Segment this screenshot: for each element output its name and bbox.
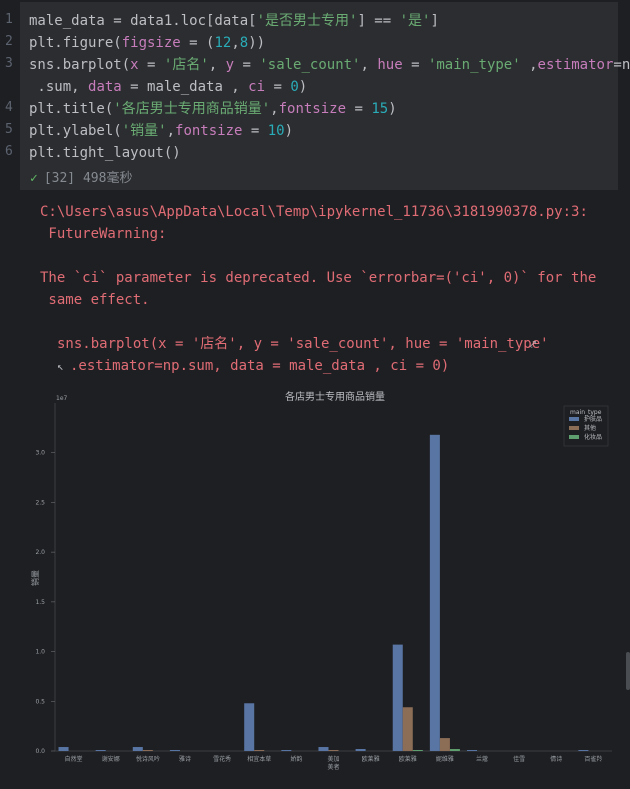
warning-path: C:\Users\asus\AppData\Local\Temp\ipykern…: [40, 204, 588, 220]
legend-swatch: [569, 417, 579, 421]
legend-title: main_type: [570, 409, 602, 416]
x-tick-label: 娇韵: [290, 755, 302, 763]
warning-source-line-cont: .estimator=np.sum, data = male_data , ci…: [70, 358, 450, 374]
y-tick-label: 2.0: [35, 549, 45, 556]
x-tick-label: 百雀羚: [584, 755, 602, 763]
y-axis-label: 销量: [30, 570, 40, 586]
line-number: 4: [5, 100, 13, 115]
legend-label: 护肤品: [584, 415, 602, 423]
scrollbar-thumb[interactable]: [626, 652, 630, 690]
x-tick-label: 欧莱雅: [399, 755, 417, 763]
warning-message-cont: same effect.: [40, 292, 150, 308]
code-line-3-wrap[interactable]: .sum, data = male_data , ci = 0): [29, 76, 307, 98]
x-tick-label: 自然堂: [65, 755, 83, 763]
soft-wrap-icon: ⤤: [530, 338, 537, 351]
check-icon: ✓: [30, 171, 38, 186]
bar-护肤品-11: [466, 750, 478, 751]
chart-title: 各店男士专用商品销量: [285, 390, 385, 403]
bar-护肤品-7: [318, 747, 329, 751]
x-tick-label: 美加: [327, 755, 339, 763]
bar-chart: 各店男士专用商品销量 1e7 销量 0.00.51.01.52.02.53.0 …: [30, 390, 612, 771]
y-tick-label: 1.0: [35, 649, 45, 656]
y-tick-label: 1.5: [35, 599, 45, 606]
bar-护肤品-1: [95, 750, 106, 751]
bar-其他-2: [142, 750, 153, 751]
line-number: 2: [5, 34, 13, 49]
bar-其他-7: [328, 750, 339, 751]
bar-其他-10: [439, 738, 450, 751]
y-scale-label: 1e7: [56, 395, 68, 402]
line-number: 6: [5, 144, 13, 159]
bar-护肤品-3: [169, 750, 180, 751]
x-tick-label: 谢安娜: [102, 755, 120, 763]
line-number: 5: [5, 122, 13, 137]
code-line-2[interactable]: plt.figure(figsize = (12,8)): [29, 32, 265, 54]
code-line-4[interactable]: plt.title('各店男士专用商品销量',fontsize = 15): [29, 98, 397, 120]
y-tick-label: 0.5: [35, 698, 45, 705]
legend-swatch: [569, 435, 579, 439]
bar-护肤品-10: [429, 434, 440, 751]
x-tick-label: 悦诗风吟: [136, 755, 160, 763]
y-tick-label: 0.0: [35, 748, 45, 755]
bar-化妆品-10: [449, 749, 460, 751]
line-number: 1: [5, 12, 13, 27]
warning-type: FutureWarning:: [40, 226, 167, 242]
warning-message: The `ci` parameter is deprecated. Use `e…: [40, 270, 597, 286]
legend-label: 其他: [584, 424, 596, 432]
code-line-5[interactable]: plt.ylabel('销量',fontsize = 10): [29, 120, 293, 142]
bar-化妆品-9: [412, 750, 423, 751]
y-tick-label: 2.5: [35, 499, 45, 506]
bar-护肤品-8: [355, 749, 366, 751]
code-line-1[interactable]: male_data = data1.loc[data['是否男士专用'] == …: [29, 10, 439, 32]
x-tick-label: 雅诗: [179, 755, 191, 763]
chart-legend: main_type 护肤品其他化妆品: [563, 405, 609, 447]
code-line-3[interactable]: sns.barplot(x = '店名', y = 'sale_count', …: [29, 54, 630, 76]
x-tick-label: 相宜本草: [247, 755, 271, 763]
legend-swatch: [569, 426, 579, 430]
execution-status: ✓ [32] 498毫秒: [30, 167, 132, 186]
x-tick-label: 兰蔻: [476, 755, 488, 763]
bar-其他-5: [254, 750, 265, 751]
y-tick-label: 3.0: [35, 450, 45, 457]
line-number-gutter: 1 2 3 4 5 6: [0, 0, 18, 190]
bar-护肤品-6: [281, 750, 292, 751]
bar-护肤品-0: [58, 747, 69, 751]
warning-source-line: sns.barplot(x = '店名', y = 'sale_count', …: [57, 336, 549, 352]
code-line-6[interactable]: plt.tight_layout(): [29, 142, 181, 164]
x-tick-label: 佳雪: [513, 755, 525, 763]
bar-护肤品-2: [132, 747, 143, 751]
line-number: 3: [5, 56, 13, 71]
bar-护肤品-14: [578, 750, 589, 751]
x-tick-label: 妮维雅: [436, 755, 454, 763]
soft-wrap-continuation-icon: ↖: [57, 360, 64, 373]
x-tick-label: 美者: [327, 763, 339, 771]
x-tick-label: 欧莱雅: [362, 755, 380, 763]
execution-time: [32] 498毫秒: [43, 171, 133, 186]
x-tick-label: 倩诗: [550, 755, 562, 763]
bar-其他-9: [402, 707, 413, 751]
bar-护肤品-5: [244, 703, 255, 751]
x-tick-label: 雪花秀: [213, 755, 231, 763]
legend-label: 化妆品: [584, 433, 602, 441]
bar-护肤品-9: [392, 644, 403, 751]
